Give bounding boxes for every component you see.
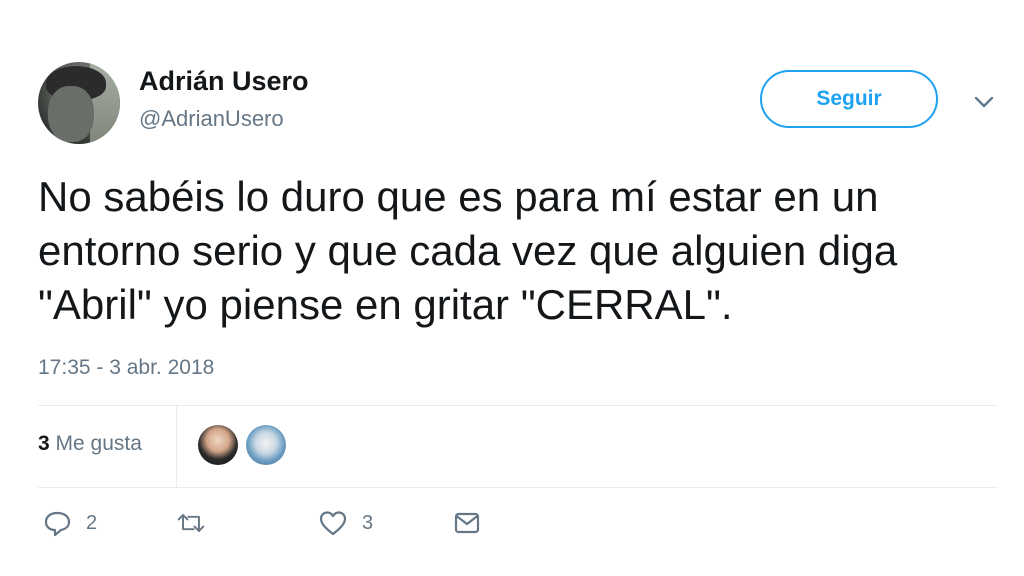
reply-count: 2 bbox=[86, 511, 98, 534]
direct-message-button[interactable] bbox=[452, 508, 482, 538]
liker-avatar-2[interactable] bbox=[246, 425, 286, 465]
reply-icon bbox=[44, 511, 71, 537]
tweet-text: No sabéis lo duro que es para mí estar e… bbox=[38, 173, 898, 328]
reply-button[interactable]: 2 bbox=[42, 508, 97, 538]
follow-button[interactable]: Seguir bbox=[760, 70, 938, 128]
retweet-button[interactable] bbox=[176, 508, 220, 538]
likes-stat[interactable]: 3 Me gusta bbox=[38, 432, 142, 456]
liker-avatar-1[interactable] bbox=[198, 425, 238, 465]
divider-bottom bbox=[38, 487, 998, 488]
like-button[interactable]: 3 bbox=[318, 508, 373, 538]
likes-count: 3 bbox=[38, 432, 50, 455]
envelope-icon bbox=[454, 512, 480, 534]
chevron-down-icon[interactable] bbox=[972, 90, 996, 114]
author-name[interactable]: Adrián Usero bbox=[139, 66, 309, 97]
like-count: 3 bbox=[362, 511, 374, 534]
retweet-icon bbox=[177, 514, 205, 532]
tweet-timestamp[interactable]: 17:35 - 3 abr. 2018 bbox=[38, 356, 214, 380]
likes-label: Me gusta bbox=[55, 432, 142, 455]
avatar-face bbox=[48, 86, 94, 142]
heart-icon bbox=[319, 511, 347, 536]
author-avatar[interactable] bbox=[38, 62, 120, 144]
divider-top bbox=[38, 405, 998, 406]
author-handle[interactable]: @AdrianUsero bbox=[139, 106, 284, 132]
stats-separator bbox=[176, 405, 177, 487]
